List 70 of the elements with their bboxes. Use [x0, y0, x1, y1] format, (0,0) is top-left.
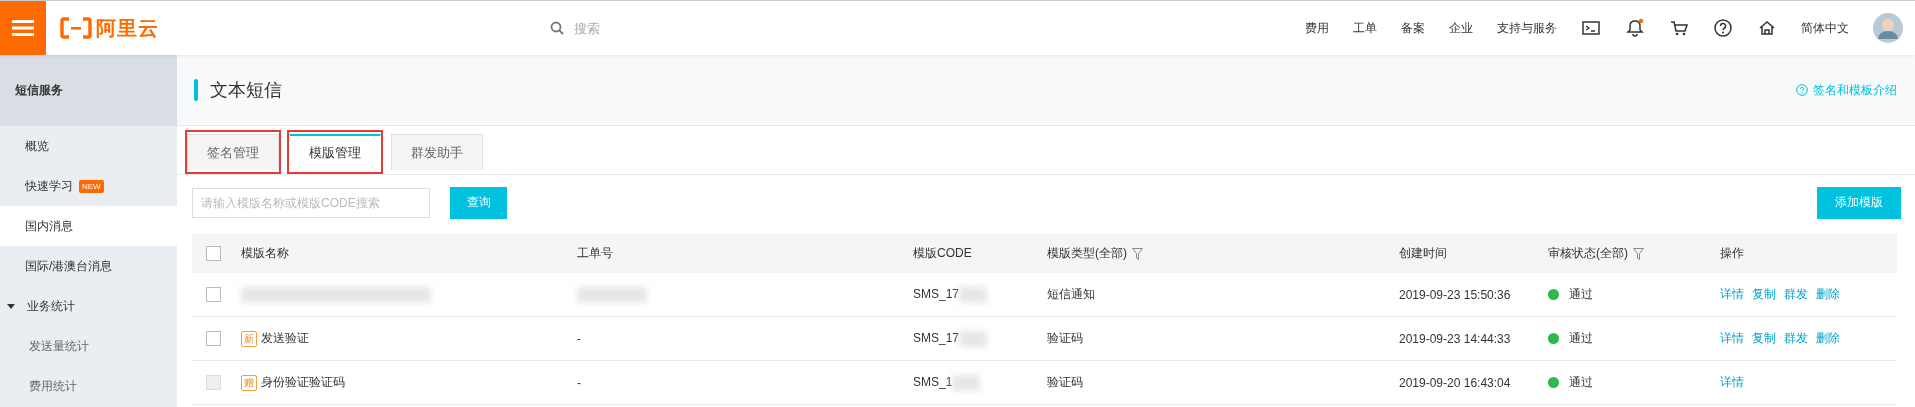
column-header: 创建时间	[1399, 246, 1447, 260]
sidebar-item[interactable]: 业务统计	[0, 286, 177, 326]
action-link[interactable]: 复制	[1752, 331, 1776, 345]
language-link[interactable]: 简体中文	[1801, 19, 1849, 37]
tag-badge: 赠	[241, 375, 257, 391]
caret-icon[interactable]	[7, 302, 15, 310]
action-link[interactable]: 群发	[1784, 287, 1808, 301]
page-title: 文本短信	[210, 79, 282, 102]
column-header: 模版类型(全部)	[1047, 246, 1127, 260]
status-text: 通过	[1569, 287, 1593, 301]
tab[interactable]: 群发助手	[391, 134, 483, 170]
cell-text: 2019-09-20 16:43:04	[1399, 375, 1511, 390]
cell-text: SMS_17	[913, 330, 960, 345]
filter-icon[interactable]	[1633, 247, 1644, 260]
nav-link[interactable]: 企业	[1449, 19, 1473, 37]
cell-text: 验证码	[1047, 331, 1083, 345]
terminal-icon[interactable]	[1581, 18, 1601, 38]
column-header: 操作	[1720, 246, 1744, 260]
cart-icon[interactable]	[1669, 18, 1689, 38]
sidebar-item[interactable]: 概览	[0, 126, 177, 166]
cell-text: 2019-09-23 15:50:36	[1399, 287, 1511, 302]
sidebar-title: 短信服务	[0, 55, 177, 126]
action-link[interactable]: 详情	[1720, 287, 1744, 301]
search-field[interactable]: 请输入模版名称或模版CODE搜索	[192, 187, 430, 218]
status-text: 通过	[1569, 331, 1593, 345]
action-link[interactable]: 删除	[1816, 287, 1840, 301]
cell-text: -	[577, 331, 581, 346]
nav-link[interactable]: 支持与服务	[1497, 19, 1557, 37]
cell-text: SMS_17	[913, 286, 960, 301]
status-text: 通过	[1569, 375, 1593, 389]
action-link[interactable]: 删除	[1816, 331, 1840, 345]
logo-text[interactable]: 阿里云	[96, 14, 159, 42]
checkbox[interactable]	[206, 331, 221, 347]
tab[interactable]: 签名管理	[187, 134, 279, 170]
bell-icon[interactable]	[1625, 18, 1645, 38]
cell-text: 2019-09-23 14:44:33	[1399, 331, 1511, 346]
nav-link[interactable]: 费用	[1305, 19, 1329, 37]
help-icon[interactable]	[1713, 18, 1733, 38]
tag-badge: 新	[241, 331, 257, 347]
action-link[interactable]: 详情	[1720, 331, 1744, 345]
sidebar-item[interactable]: 快速学习 NEW	[0, 166, 177, 206]
logo-icon	[60, 17, 92, 39]
sidebar-item[interactable]: 国内消息	[0, 206, 177, 246]
cell-text: 发送验证	[261, 331, 309, 345]
nav-link[interactable]: 工单	[1353, 19, 1377, 37]
cell-text: SMS_1	[913, 374, 953, 389]
sidebar-item[interactable]: 发送量统计	[0, 326, 177, 366]
checkbox[interactable]	[206, 287, 221, 303]
sidebar-item[interactable]: 国际/港澳台消息	[0, 246, 177, 286]
help-icon	[1796, 84, 1808, 96]
column-header: 模版名称	[241, 246, 289, 260]
cell-text: 验证码	[1047, 375, 1083, 389]
filter-icon[interactable]	[1132, 247, 1143, 260]
action-link[interactable]: 群发	[1784, 331, 1808, 345]
column-header: 模版CODE	[913, 246, 972, 260]
cell-text: -	[577, 375, 581, 390]
avatar-icon[interactable]	[1873, 13, 1903, 43]
column-header: 审核状态(全部)	[1548, 246, 1628, 260]
nav-link[interactable]: 备案	[1401, 19, 1425, 37]
checkbox[interactable]	[206, 246, 221, 262]
search-icon	[550, 21, 564, 35]
cell-text: 短信通知	[1047, 287, 1095, 301]
new-badge: NEW	[79, 179, 104, 193]
sidebar-item[interactable]: 费用统计	[0, 366, 177, 406]
cell-text: 身份验证验证码	[261, 375, 345, 389]
menu-button[interactable]	[0, 1, 46, 55]
column-header: 工单号	[577, 246, 613, 260]
menu-icon	[12, 19, 34, 37]
home-icon[interactable]	[1757, 18, 1777, 38]
action-link[interactable]: 复制	[1752, 287, 1776, 301]
